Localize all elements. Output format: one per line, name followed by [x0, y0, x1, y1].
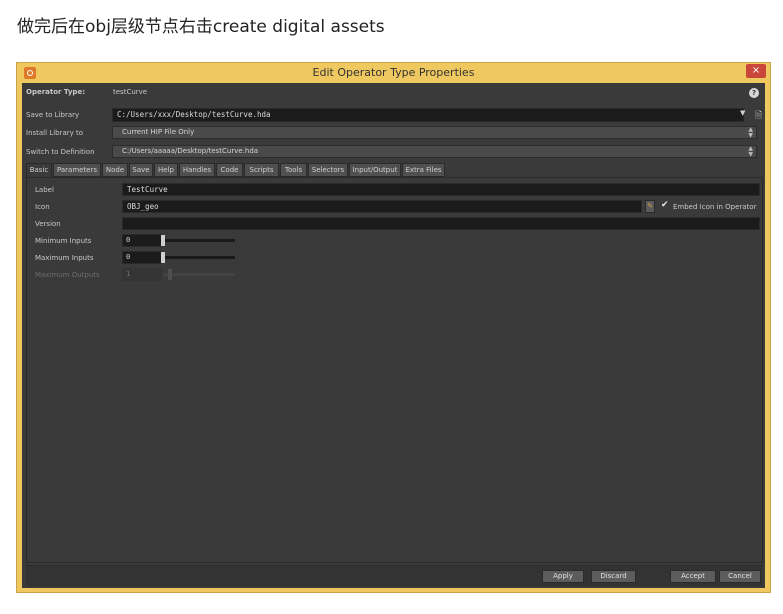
button-bar: Apply Discard Accept Cancel: [26, 565, 763, 586]
accept-button[interactable]: Accept: [670, 570, 716, 583]
help-icon[interactable]: ?: [749, 88, 759, 98]
save-to-library-label: Save to Library: [26, 111, 80, 119]
min-inputs-slider-handle[interactable]: [161, 235, 165, 246]
version-label: Version: [35, 220, 61, 228]
max-outputs-slider: [163, 273, 235, 276]
title-bar: Edit Operator Type Properties ×: [17, 63, 770, 83]
max-outputs-label: Maximum Outputs: [35, 271, 100, 279]
tab-input-output[interactable]: Input/Output: [349, 163, 401, 177]
tab-node[interactable]: Node: [102, 163, 128, 177]
cancel-button[interactable]: Cancel: [719, 570, 761, 583]
dialog-body: Operator Type: testCurve ? Save to Libra…: [22, 83, 765, 588]
tab-help[interactable]: Help: [154, 163, 178, 177]
tab-extra-files[interactable]: Extra Files: [402, 163, 445, 177]
switch-definition-value: C:/Users/aaaaa/Desktop/testCurve.hda: [122, 147, 259, 155]
edit-operator-type-window: Edit Operator Type Properties × Operator…: [16, 62, 771, 593]
max-inputs-slider-handle[interactable]: [161, 252, 165, 263]
max-outputs-slider-handle: [168, 269, 172, 280]
operator-type-value: testCurve: [113, 88, 148, 96]
operator-type-label: Operator Type:: [26, 88, 85, 96]
close-button[interactable]: ×: [746, 64, 766, 78]
discard-button[interactable]: Discard: [591, 570, 636, 583]
max-inputs-field[interactable]: 0: [122, 251, 162, 264]
tab-handles[interactable]: Handles: [179, 163, 215, 177]
install-library-value: Current HIP File Only: [122, 128, 195, 136]
apply-button[interactable]: Apply: [542, 570, 584, 583]
switch-definition-select[interactable]: C:/Users/aaaaa/Desktop/testCurve.hda ▲ ▼: [112, 145, 757, 158]
label-field[interactable]: TestCurve: [122, 183, 760, 196]
tab-scripts[interactable]: Scripts: [244, 163, 279, 177]
tab-parameters[interactable]: Parameters: [53, 163, 101, 177]
version-field[interactable]: [122, 217, 760, 230]
install-library-label: Install Library to: [26, 129, 84, 137]
max-outputs-field: 1: [122, 268, 162, 281]
tab-selectors[interactable]: Selectors: [308, 163, 348, 177]
min-inputs-slider[interactable]: [163, 239, 235, 242]
max-inputs-label: Maximum Inputs: [35, 254, 94, 262]
tab-basic[interactable]: Basic: [26, 163, 52, 178]
switch-definition-label: Switch to Definition: [26, 148, 95, 156]
select-arrows-icon: ▲ ▼: [748, 126, 753, 139]
min-inputs-label: Minimum Inputs: [35, 237, 92, 245]
tab-code[interactable]: Code: [216, 163, 243, 177]
tab-save[interactable]: Save: [129, 163, 153, 177]
tab-tools[interactable]: Tools: [280, 163, 307, 177]
embed-icon-label: Embed Icon in Operator: [673, 203, 757, 211]
icon-label: Icon: [35, 203, 50, 211]
icon-field[interactable]: OBJ_geo: [122, 200, 642, 213]
window-title: Edit Operator Type Properties: [312, 66, 475, 79]
embed-icon-checkbox[interactable]: ✔: [661, 200, 669, 210]
dropdown-arrow-icon[interactable]: ▼: [740, 109, 745, 117]
caption-text: 做完后在obj层级节点右击create digital assets: [17, 17, 385, 37]
min-inputs-field[interactable]: 0: [122, 234, 162, 247]
file-browse-icon[interactable]: 🗎: [755, 108, 762, 124]
select-arrows-icon: ▲ ▼: [748, 145, 753, 158]
save-to-library-field[interactable]: C:/Users/xxx/Desktop/testCurve.hda: [112, 108, 744, 122]
max-inputs-slider[interactable]: [163, 256, 235, 259]
icon-browse-icon[interactable]: ✎: [645, 200, 655, 213]
basic-tab-panel: Label TestCurve Icon OBJ_geo ✎ ✔ Embed I…: [26, 177, 763, 563]
label-label: Label: [35, 186, 54, 194]
install-library-select[interactable]: Current HIP File Only ▲ ▼: [112, 126, 757, 139]
